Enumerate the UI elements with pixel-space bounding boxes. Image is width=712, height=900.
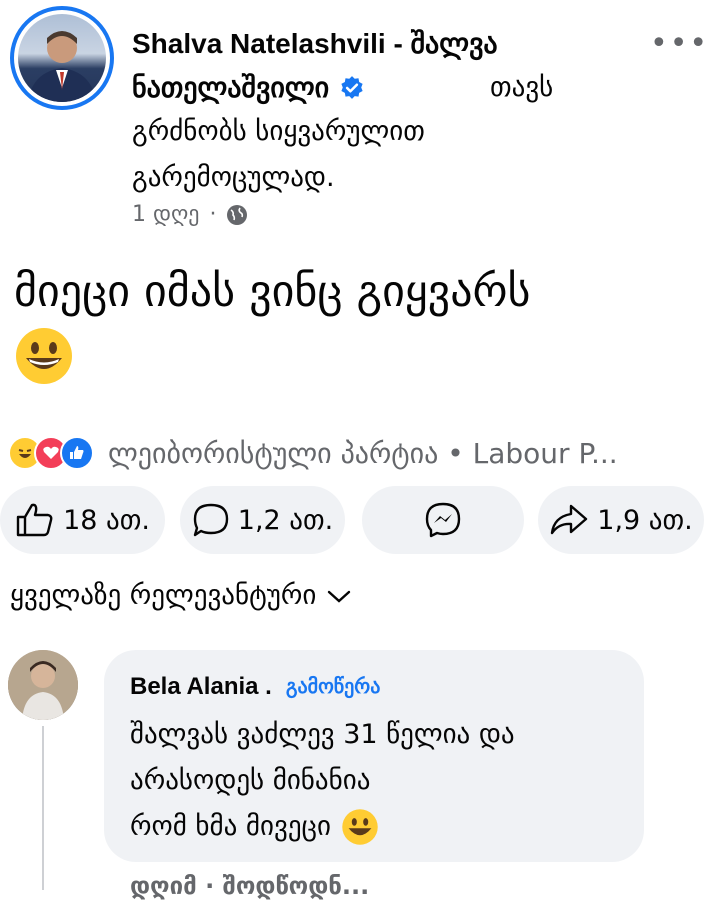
meta-dot: · [209,202,217,227]
grinning-emoji-icon [16,328,72,384]
grinning-emoji-icon [342,809,378,845]
more-horizontal-icon: ••• [650,26,710,61]
share-button[interactable]: 1,9 ათ. [538,486,704,554]
comment-count: 1,2 ათ. [237,504,334,536]
reactions-summary[interactable]: ლეიბორისტული პარტია • Labour P... [8,436,618,470]
author-avatar[interactable] [10,6,114,110]
post-meta: 1 დღე · [132,202,248,227]
comment-text-line-2: არასოდეს მინანია [130,765,371,796]
thread-line [42,726,44,890]
commenter-header: Bela Alania . გამოწერა [130,673,380,701]
comment-text-line-1: შალვას ვაძლევ 31 წელია და [130,719,515,750]
share-icon [551,504,588,535]
more-options-button[interactable]: ••• [650,26,709,61]
chevron-down-icon [328,590,351,603]
like-count: 18 ათ. [63,504,150,536]
post-text: მიეცი იმას ვინც გიყვარს [14,266,531,317]
thumbs-up-icon [16,503,53,537]
messenger-button[interactable] [362,486,524,554]
messenger-icon [425,502,461,538]
post-time[interactable]: 1 დღე [132,202,199,227]
sort-label: ყველაზე რელევანტური [10,580,317,611]
like-reaction-icon [60,436,94,470]
feeling-text-3: გარემოცულად. [132,162,335,193]
comment-actions-cutoff[interactable]: დღიმ · შოდწოდნ... [130,872,369,900]
follow-link[interactable]: გამოწერა [286,673,381,701]
avatar-photo [18,14,106,102]
commenter-avatar[interactable] [8,650,78,720]
comment-sort-dropdown[interactable]: ყველაზე რელევანტური [10,580,352,611]
author-name[interactable]: Shalva Natelashvili - შალვა [132,22,632,66]
verified-badge-icon [341,76,363,99]
share-count: 1,9 ათ. [597,504,693,536]
comment-text-line-3-row: რომ ხმა მივეცი [130,804,379,850]
author-name-line2[interactable]: ნათელაშვილი [132,66,365,110]
reactions-text: ლეიბორისტული პარტია • Labour P... [108,436,618,470]
author-name-continued[interactable]: ნათელაშვილი [132,66,329,110]
feeling-text: თავს [490,72,554,103]
comment-button[interactable]: 1,2 ათ. [180,486,345,554]
like-button[interactable]: 18 ათ. [0,486,165,554]
feeling-text-2: გრძნობს სიყვარულით [132,116,425,147]
comment-text-line-3: რომ ხმა მივეცი [130,811,331,842]
reaction-icons [8,436,94,470]
commenter-name[interactable]: Bela Alania . [130,673,272,701]
globe-icon [227,204,248,225]
comment-icon [193,503,228,537]
